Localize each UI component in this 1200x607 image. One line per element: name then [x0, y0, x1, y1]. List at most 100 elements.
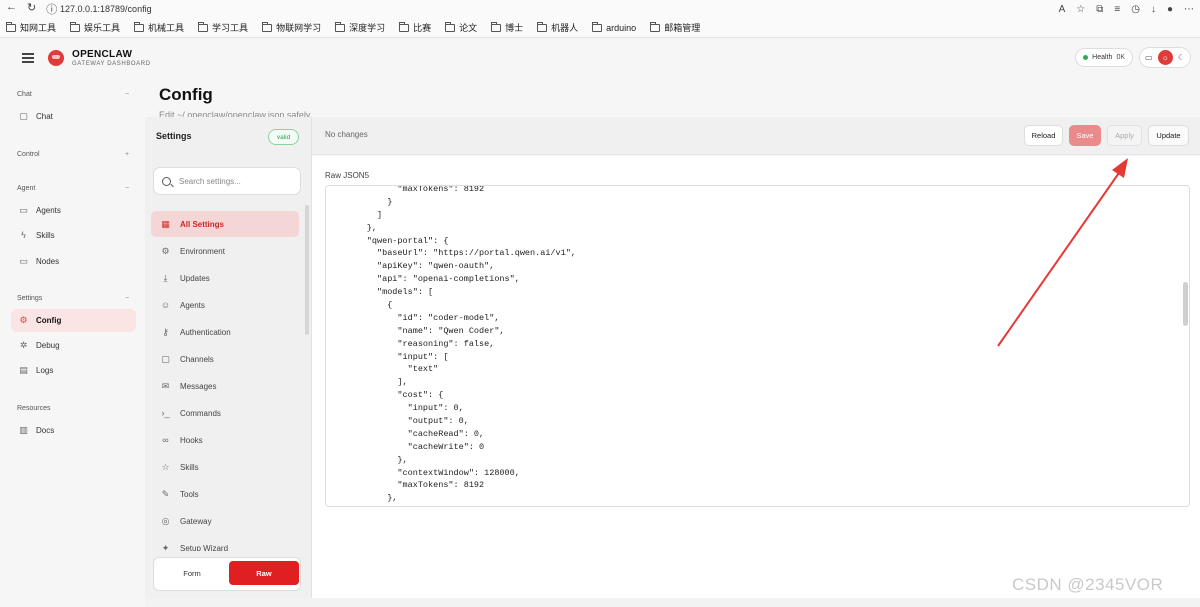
collapse-icon[interactable]: −: [125, 295, 129, 302]
bookmark-label: 学习工具: [212, 23, 249, 33]
category-messages[interactable]: ✉ Messages: [151, 373, 299, 399]
folder-icon: ▭: [19, 205, 28, 215]
category-label: Tools: [180, 489, 199, 499]
search-input[interactable]: [179, 176, 289, 186]
code-line: ]: [326, 209, 383, 220]
profile-avatar[interactable]: ●: [1167, 4, 1173, 15]
category-agents[interactable]: ☺ Agents: [151, 292, 299, 318]
key-icon: ⚷: [162, 326, 169, 337]
sidebar-section-settings[interactable]: Settings −: [17, 295, 129, 302]
bolt-icon: ϟ: [21, 230, 26, 240]
bookmark-item[interactable]: 物联网学习: [262, 21, 321, 34]
moon-icon[interactable]: ☾: [1178, 53, 1185, 62]
sidebar-section-agent[interactable]: Agent −: [17, 185, 129, 192]
history-icon[interactable]: ◷: [1131, 4, 1140, 15]
translate-icon[interactable]: A: [1059, 4, 1066, 15]
json-editor[interactable]: "maxTokens": 8192 } ] }, "qwen-portal": …: [325, 185, 1190, 507]
category-skills[interactable]: ☆ Skills: [151, 454, 299, 480]
sidebar-item-logs[interactable]: ▤ Logs: [11, 359, 136, 382]
bookmark-item[interactable]: 深度学习: [335, 21, 385, 34]
refresh-icon[interactable]: ↻: [27, 1, 36, 17]
bookmark-item[interactable]: 博士: [491, 21, 523, 34]
expand-icon[interactable]: +: [125, 151, 129, 158]
sidebar-item-skills[interactable]: ϟ Skills: [11, 224, 136, 247]
category-label: Agents: [180, 300, 205, 310]
folder-icon: [6, 21, 16, 32]
folder-icon: [399, 21, 410, 32]
download-icon[interactable]: ↓: [1151, 4, 1156, 15]
info-icon[interactable]: ⓘ: [46, 1, 57, 17]
mail-icon: ✉: [161, 380, 170, 391]
url-text[interactable]: 127.0.0.1:18789/config: [60, 4, 152, 14]
apply-button[interactable]: Apply: [1107, 125, 1142, 146]
bookmark-label: 邮箱管理: [664, 23, 701, 33]
update-button[interactable]: Update: [1148, 125, 1189, 146]
address-bar[interactable]: 127.0.0.1:18789/config: [60, 4, 152, 14]
more-icon[interactable]: ⋯: [1184, 4, 1194, 15]
editor-scrollbar[interactable]: [1183, 282, 1188, 326]
bookmarks-bar: 知网工具 娱乐工具 机械工具 学习工具 物联网学习 深度学习 比赛 论文 博士 机器人 arduin…: [0, 18, 1200, 38]
category-channels[interactable]: ▢ Channels: [151, 346, 299, 372]
category-updates[interactable]: ⤓ Updates: [151, 265, 299, 291]
collapse-icon[interactable]: −: [125, 91, 129, 98]
raw-mode-button[interactable]: Raw: [229, 561, 299, 585]
bookmark-item[interactable]: 学习工具: [198, 21, 248, 34]
category-environment[interactable]: ⚙ Environment: [151, 238, 299, 264]
settings-title: Settings: [156, 131, 192, 141]
collapse-icon[interactable]: −: [125, 185, 129, 192]
code-line: "baseUrl": "https://portal.qwen.ai/v1",: [326, 248, 576, 259]
category-label: Channels: [180, 354, 214, 364]
mode-toggle: Form Raw: [153, 557, 301, 591]
folder-icon: [650, 21, 661, 32]
bookmark-item[interactable]: 比赛: [399, 21, 431, 34]
category-gateway[interactable]: ◎ Gateway: [151, 508, 299, 534]
bookmark-item[interactable]: 娱乐工具: [70, 21, 120, 34]
sidebar-section-control[interactable]: Control +: [17, 151, 129, 158]
bookmark-label: 论文: [459, 23, 478, 33]
monitor-icon[interactable]: ▭: [1145, 53, 1153, 62]
folder-icon: [198, 21, 209, 32]
sidebar-item-nodes[interactable]: ▭ Nodes: [11, 250, 136, 273]
sidebar-item-label: Debug: [36, 341, 60, 350]
bookmark-item[interactable]: 邮箱管理: [650, 21, 700, 34]
category-list: ▦ All Settings ⚙ Environment ⤓ Updates ☺ Agents…: [151, 211, 301, 551]
collections-icon[interactable]: ≡: [1114, 4, 1120, 15]
settings-search[interactable]: [153, 167, 301, 195]
sidebar-item-docs[interactable]: ▥ Docs: [11, 419, 136, 442]
code-line: "apiKey": "qwen-oauth",: [326, 261, 495, 272]
sidebar-item-agents[interactable]: ▭ Agents: [11, 199, 136, 222]
bookmark-item[interactable]: 机器人: [537, 21, 578, 34]
menu-icon[interactable]: [22, 53, 34, 63]
sidebar-section-resources[interactable]: Resources: [17, 405, 50, 412]
bookmark-item[interactable]: 机械工具: [134, 21, 184, 34]
back-icon[interactable]: ←: [6, 1, 17, 17]
sidebar-item-chat[interactable]: ▢ Chat: [11, 105, 136, 128]
health-status: Health OK: [1075, 48, 1133, 67]
category-authentication[interactable]: ⚷ Authentication: [151, 319, 299, 345]
bookmark-item[interactable]: 论文: [445, 21, 477, 34]
category-setup-wizard[interactable]: ✦ Setup Wizard: [151, 535, 299, 552]
category-commands[interactable]: ›_ Commands: [151, 400, 299, 426]
category-all-settings[interactable]: ▦ All Settings: [151, 211, 299, 237]
sidebar-item-config[interactable]: ⚙ Config: [11, 309, 136, 332]
form-mode-button[interactable]: Form: [157, 561, 227, 585]
category-hooks[interactable]: ∞ Hooks: [151, 427, 299, 453]
reload-button[interactable]: Reload: [1024, 125, 1063, 146]
category-tools[interactable]: ✎ Tools: [151, 481, 299, 507]
download-icon: ⤓: [163, 272, 168, 283]
bookmark-item[interactable]: arduino: [592, 21, 636, 33]
save-button[interactable]: Save: [1069, 125, 1101, 146]
favorite-icon[interactable]: ☆: [1076, 4, 1085, 15]
sun-icon[interactable]: ☼: [1157, 50, 1173, 65]
code-line: "cacheRead": 0,: [326, 428, 485, 439]
page-subtitle: Edit ~/.openclaw/openclaw.json safely.: [159, 110, 313, 117]
sidebar-item-label: Skills: [36, 231, 55, 240]
category-scrollbar[interactable]: [305, 205, 309, 335]
bookmark-item[interactable]: 知网工具: [6, 21, 56, 34]
extensions-icon[interactable]: ⧉: [1096, 4, 1103, 15]
folder-icon: [537, 21, 548, 32]
code-content[interactable]: "maxTokens": 8192 } ] }, "qwen-portal": …: [326, 186, 576, 505]
sidebar-item-debug[interactable]: ✲ Debug: [11, 334, 136, 357]
sidebar-section-chat[interactable]: Chat −: [17, 91, 129, 98]
category-label: Hooks: [180, 435, 203, 445]
